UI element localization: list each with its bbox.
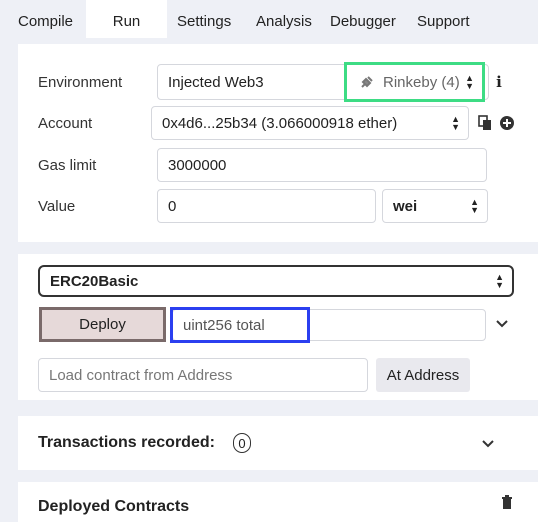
constructor-args-highlight [170, 307, 310, 343]
value-label: Value [38, 198, 76, 215]
add-account-icon[interactable] [498, 114, 516, 132]
tab-compile[interactable]: Compile [18, 0, 73, 38]
tab-run-label: Run [112, 13, 141, 30]
tab-support-label: Support [417, 13, 470, 30]
deploy-button-label: Deploy [79, 316, 126, 333]
load-address-placeholder: Load contract from Address [49, 366, 233, 384]
deploy-button[interactable]: Deploy [39, 307, 166, 342]
tab-analysis-label: Analysis [256, 13, 312, 30]
chevron-down-icon[interactable] [480, 436, 496, 452]
value-amount: 0 [168, 197, 177, 215]
chevron-down-icon[interactable] [494, 316, 510, 332]
tab-settings[interactable]: Settings [177, 0, 231, 38]
tab-debugger[interactable]: Debugger [330, 0, 396, 38]
account-label: Account [38, 115, 93, 132]
trash-icon[interactable] [500, 494, 514, 510]
tab-compile-label: Compile [18, 13, 74, 30]
unit-select-arrows-icon: ▲ ▼ [470, 197, 479, 215]
contract-panel: ERC20Basic ▲ ▼ Deploy uint256 total Load … [18, 254, 538, 400]
account-select[interactable]: 0x4d6...25b34 (3.066000918 ether) ▲ ▼ [151, 106, 469, 140]
account-value: 0x4d6...25b34 (3.066000918 ether) [162, 114, 398, 132]
load-address-input[interactable]: Load contract from Address [38, 358, 368, 392]
tab-analysis[interactable]: Analysis [256, 0, 312, 38]
plug-icon [359, 73, 375, 91]
tab-bar: Compile Run Settings Analysis Debugger S… [0, 0, 538, 38]
at-address-button[interactable]: At Address [376, 358, 470, 392]
account-select-arrows-icon: ▲ ▼ [451, 114, 460, 132]
info-icon[interactable]: i [492, 72, 506, 92]
tab-support[interactable]: Support [417, 0, 470, 38]
transactions-panel[interactable]: Transactions recorded: 0 [18, 416, 538, 470]
transactions-label: Transactions recorded: [38, 434, 215, 451]
gas-limit-input[interactable]: 3000000 [157, 148, 487, 182]
gas-limit-value: 3000000 [168, 156, 227, 174]
environment-label: Environment [38, 74, 123, 91]
value-unit: wei [393, 197, 418, 215]
value-unit-select[interactable]: wei ▲ ▼ [382, 189, 488, 223]
network-name: Rinkeby (4) [383, 74, 460, 91]
contract-select[interactable]: ERC20Basic ▲ ▼ [38, 265, 514, 297]
tab-settings-label: Settings [177, 13, 232, 30]
network-select-arrows-icon: ▲ ▼ [465, 73, 474, 91]
run-settings-panel: Environment Injected Web3 Rinkeby (4) ▲ ▼… [18, 44, 538, 242]
deployed-contracts-panel: Deployed Contracts [18, 482, 538, 522]
contract-name: ERC20Basic [50, 272, 139, 290]
contract-select-arrows-icon: ▲ ▼ [495, 272, 504, 290]
copy-icon[interactable] [476, 114, 494, 132]
value-input[interactable]: 0 [157, 189, 376, 223]
environment-value: Injected Web3 [168, 73, 264, 91]
tab-run[interactable]: Run [86, 0, 167, 38]
network-indicator: Rinkeby (4) ▲ ▼ [344, 62, 485, 102]
tab-debugger-label: Debugger [330, 13, 396, 30]
transactions-count-badge: 0 [233, 433, 251, 453]
gas-limit-label: Gas limit [38, 157, 97, 174]
at-address-label: At Address [386, 366, 460, 384]
deployed-contracts-label: Deployed Contracts [38, 498, 190, 515]
